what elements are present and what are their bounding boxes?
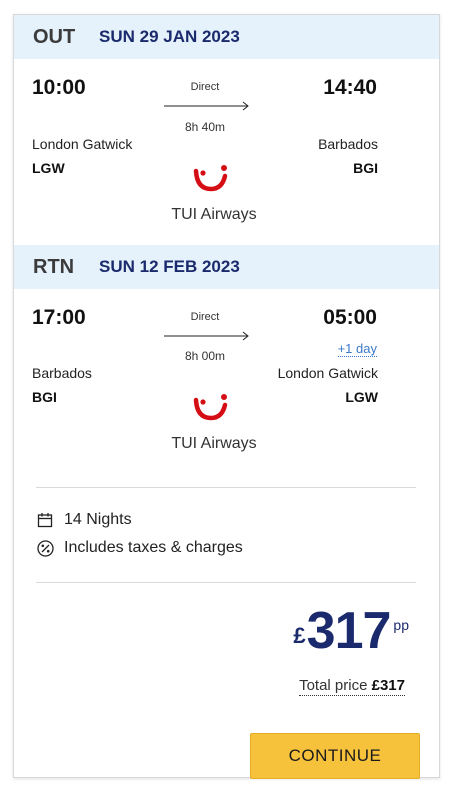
leg-code: OUT [33,25,76,48]
percent-icon [36,539,54,557]
per-person-label: pp [393,617,409,633]
duration-label: 8h 40m [184,120,226,134]
price-per-person: £ 317 pp [293,605,409,657]
flight-arrow-icon [164,331,249,341]
leg-date: SUN 29 JAN 2023 [99,27,240,46]
plus-one-day-link[interactable]: +1 day [337,341,377,357]
total-price-value: £317 [371,677,405,694]
destination-city: London Gatwick [277,365,378,381]
taxes-label: Includes taxes & charges [64,539,243,556]
price-amount: 317 [306,602,392,660]
origin-code: LGW [32,160,65,176]
nights-label: 14 Nights [64,511,132,528]
flight-summary-card: OUT SUN 29 JAN 2023 10:00 14:40 Direct 8… [13,14,440,779]
tui-logo-icon [193,165,228,192]
airline-name: TUI Airways [171,435,257,452]
divider [36,487,416,488]
flight-arrow-icon [164,101,249,111]
origin-city: London Gatwick [32,136,133,152]
tui-logo-icon [193,394,228,421]
total-price[interactable]: Total price £317 [299,677,405,696]
currency-symbol: £ [293,623,306,648]
airline-name: TUI Airways [171,206,257,223]
destination-code: LGW [345,389,378,405]
nights-row: 14 Nights [36,511,132,529]
stops-label: Direct [190,311,220,323]
calendar-icon [36,511,54,529]
outbound-header: OUT SUN 29 JAN 2023 [14,15,439,59]
total-price-label: Total price [299,677,372,694]
destination-city: Barbados [318,136,378,152]
origin-code: BGI [32,389,57,405]
leg-code: RTN [33,255,75,278]
destination-code: BGI [353,160,378,176]
continue-button[interactable]: CONTINUE [250,733,420,779]
stops-label: Direct [190,81,220,93]
return-header: RTN SUN 12 FEB 2023 [14,245,439,289]
divider [36,582,416,583]
origin-city: Barbados [32,365,92,381]
leg-date: SUN 12 FEB 2023 [99,257,240,276]
taxes-row: Includes taxes & charges [36,539,243,557]
